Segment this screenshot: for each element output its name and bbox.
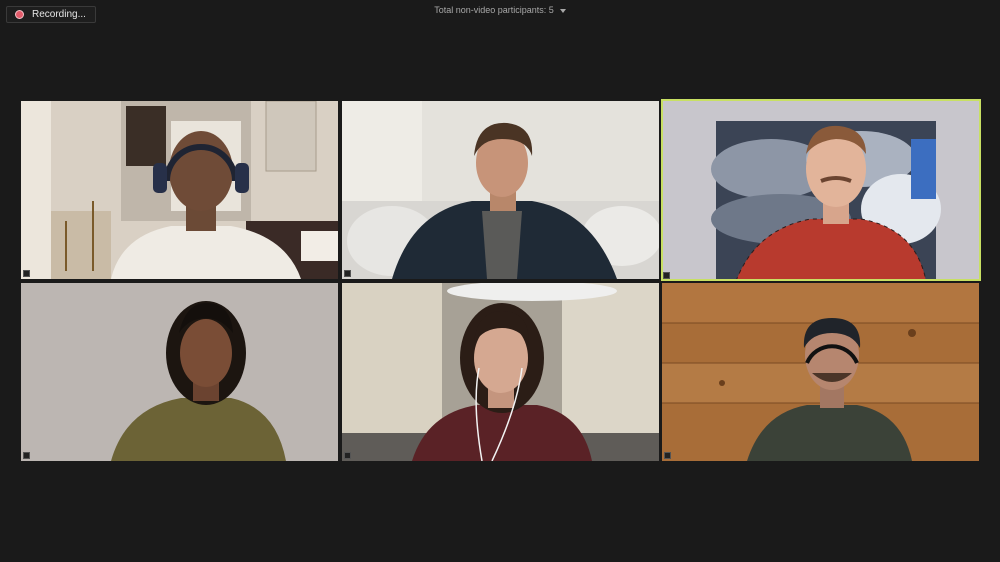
participant-video-1 — [21, 101, 338, 279]
chevron-down-icon — [559, 8, 566, 13]
audio-status-icon — [23, 452, 30, 459]
video-tile-1[interactable] — [21, 101, 338, 279]
audio-status-icon — [664, 452, 671, 459]
video-tile-5[interactable] — [342, 283, 659, 461]
participant-video-6 — [662, 283, 979, 461]
video-tile-3-active-speaker[interactable] — [661, 99, 981, 281]
video-tile-4[interactable] — [21, 283, 338, 461]
participant-video-2 — [342, 101, 659, 279]
video-tile-2[interactable] — [342, 101, 659, 279]
participants-summary: Total non-video participants: 5 — [434, 5, 554, 15]
video-tile-6[interactable] — [662, 283, 979, 461]
non-video-participants-dropdown[interactable]: Total non-video participants: 5 — [0, 5, 1000, 15]
participant-video-4 — [21, 283, 338, 461]
participant-video-5 — [342, 283, 659, 461]
audio-status-icon — [663, 272, 670, 279]
audio-status-icon — [344, 452, 351, 459]
participant-video-3 — [661, 99, 981, 281]
audio-status-icon — [344, 270, 351, 277]
audio-status-icon — [23, 270, 30, 277]
